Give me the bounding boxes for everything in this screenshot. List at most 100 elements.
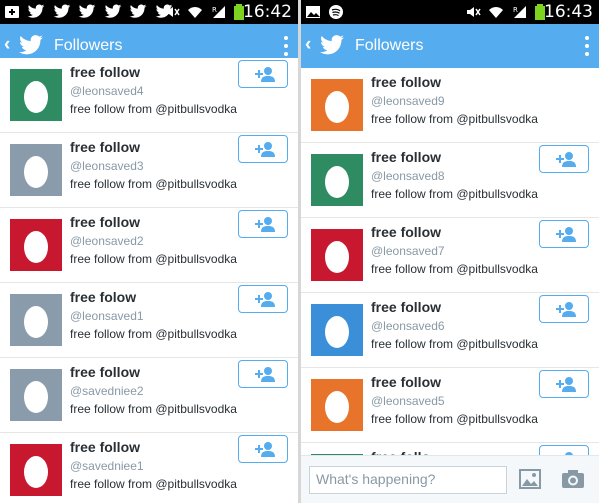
add-user-icon — [556, 227, 576, 242]
follower-description: free follow from @pitbullsvodka — [70, 252, 237, 266]
list-item[interactable]: free folow @leonsaved1 free follow from @p… — [0, 283, 298, 358]
avatar[interactable] — [311, 304, 363, 356]
follow-button[interactable] — [238, 435, 288, 463]
overflow-menu-icon[interactable] — [585, 36, 589, 60]
follower-name: free follow — [70, 139, 141, 155]
follower-name: free folow — [70, 289, 137, 305]
add-user-icon — [556, 302, 576, 317]
follow-button[interactable] — [238, 60, 288, 88]
follower-description: free follow from @pitbullsvodka — [70, 177, 237, 191]
follower-name: free follow — [371, 149, 442, 165]
follow-button[interactable] — [539, 295, 589, 323]
follower-description: free follow from @pitbullsvodka — [70, 102, 237, 116]
list-item[interactable]: free follow @savedniee1 free follow from @… — [0, 433, 298, 503]
avatar[interactable] — [311, 379, 363, 431]
avatar[interactable] — [311, 154, 363, 206]
follower-handle: @leonsaved3 — [70, 159, 144, 173]
app-bar: ‹ Followers — [301, 24, 599, 68]
back-icon[interactable]: ‹ — [4, 35, 10, 55]
left-panel: R 16:42 ‹ Followers free follow @leonsave… — [0, 0, 298, 503]
signal-icon: R — [513, 6, 526, 18]
follower-name: free follow — [371, 74, 442, 90]
add-user-icon — [255, 67, 275, 82]
avatar[interactable] — [10, 444, 62, 496]
follower-handle: @leonsaved1 — [70, 309, 144, 323]
twitter-icon — [28, 4, 45, 18]
follower-description: free follow from @pitbullsvodka — [371, 412, 538, 426]
back-icon[interactable]: ‹ — [305, 35, 311, 55]
follower-description: free follow from @pitbullsvodka — [371, 112, 538, 126]
follow-button[interactable] — [238, 210, 288, 238]
notification-icons — [4, 4, 176, 20]
follower-handle: @savedniee1 — [70, 459, 144, 473]
twitter-icon — [53, 4, 71, 18]
avatar[interactable] — [311, 229, 363, 281]
add-user-icon — [255, 217, 275, 232]
follower-description: free follow from @pitbullsvodka — [371, 337, 538, 351]
list-item[interactable]: free follow @leonsaved3 free follow from @… — [0, 133, 298, 208]
overflow-menu-icon[interactable] — [284, 36, 288, 60]
notification-icons — [305, 4, 347, 20]
svg-text:R: R — [513, 6, 518, 14]
follow-button[interactable] — [238, 285, 288, 313]
follow-button[interactable] — [539, 220, 589, 248]
follower-description: free follow from @pitbullsvodka — [70, 327, 237, 341]
avatar[interactable] — [10, 219, 62, 271]
list-item[interactable]: free follow @leonsaved6 free follow from @… — [301, 293, 599, 368]
follower-name: free follow — [371, 299, 442, 315]
add-user-icon — [255, 292, 275, 307]
follower-description: free follow from @pitbullsvodka — [70, 402, 237, 416]
wifi-icon — [489, 7, 504, 18]
list-item[interactable]: free follow @leonsaved9 free follow from @… — [301, 68, 599, 143]
followers-list: free follow @leonsaved4 free follow from @… — [0, 58, 298, 503]
add-user-icon — [255, 442, 275, 457]
follow-button[interactable] — [539, 370, 589, 398]
follower-description: free follow from @pitbullsvodka — [371, 187, 538, 201]
list-item[interactable]: free follow @leonsaved7 free follow from @… — [301, 218, 599, 293]
followers-list: free follow @leonsaved9 free follow from @… — [301, 68, 599, 503]
follower-handle: @leonsaved8 — [371, 169, 445, 183]
avatar[interactable] — [10, 144, 62, 196]
list-item[interactable]: free follow @leonsaved2 free follow from @… — [0, 208, 298, 283]
follow-button[interactable] — [539, 145, 589, 173]
follower-handle: @leonsaved6 — [371, 319, 445, 333]
list-item[interactable]: free follow @savedniee2 free follow from @… — [0, 358, 298, 433]
status-bar: R 16:43 — [301, 0, 599, 24]
follower-handle: @leonsaved5 — [371, 394, 445, 408]
add-user-icon — [556, 377, 576, 392]
twitter-logo-icon[interactable] — [18, 35, 44, 57]
photo-icon[interactable] — [519, 469, 541, 489]
follower-handle: @leonsaved4 — [70, 84, 144, 98]
twitter-logo-icon[interactable] — [319, 35, 345, 57]
right-panel: R 16:43 ‹ Followers free follow @leonsave… — [301, 0, 599, 503]
status-time: 16:43 — [544, 2, 593, 22]
new-message-icon — [5, 6, 19, 18]
avatar[interactable] — [10, 369, 62, 421]
list-item[interactable]: free follow @leonsaved8 free follow from @… — [301, 143, 599, 218]
twitter-icon — [104, 4, 122, 18]
system-icons: R — [164, 4, 247, 20]
mute-icon — [467, 7, 481, 17]
avatar[interactable] — [10, 294, 62, 346]
status-bar: R 16:42 — [0, 0, 298, 24]
add-user-icon — [255, 142, 275, 157]
add-user-icon — [556, 152, 576, 167]
list-item[interactable]: free follow @leonsaved4 free follow from @… — [0, 58, 298, 133]
follower-name: free follow — [371, 374, 442, 390]
list-item[interactable]: free follow @leonsaved5 free follow from @… — [301, 368, 599, 443]
camera-icon[interactable] — [561, 469, 585, 489]
follow-button[interactable] — [238, 360, 288, 388]
compose-input[interactable]: What's happening? — [309, 466, 507, 494]
follower-description: free follow from @pitbullsvodka — [371, 262, 538, 276]
svg-text:R: R — [212, 6, 217, 14]
gallery-icon — [306, 6, 320, 18]
follower-name: free follow — [70, 439, 141, 455]
avatar[interactable] — [311, 79, 363, 131]
status-time: 16:42 — [243, 2, 292, 22]
follower-name: free follow — [70, 64, 141, 80]
page-title: Followers — [54, 37, 123, 54]
spotify-icon — [329, 5, 344, 19]
tweet-composer: What's happening? — [301, 455, 599, 503]
avatar[interactable] — [10, 69, 62, 121]
follow-button[interactable] — [238, 135, 288, 163]
